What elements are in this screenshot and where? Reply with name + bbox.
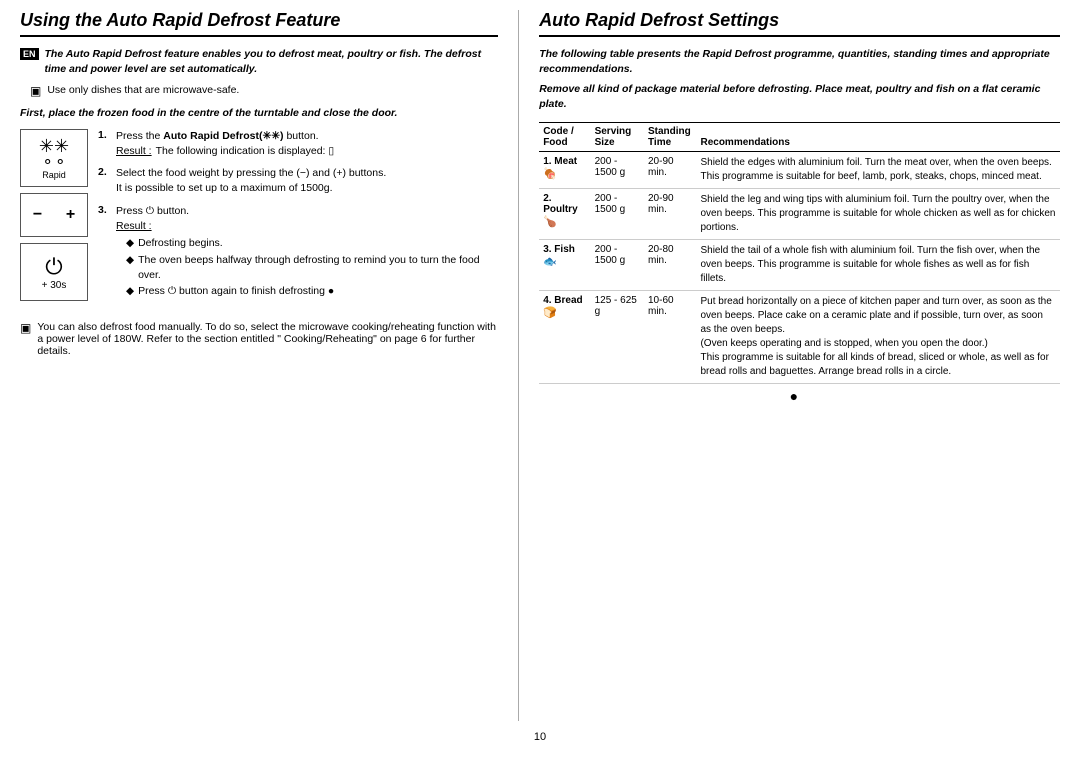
food-name-3: 4. Bread bbox=[543, 295, 582, 306]
food-icon-0: 🍖 bbox=[543, 168, 557, 180]
step-2-num: 2. bbox=[98, 166, 112, 195]
rec-cell-1: Shield the leg and wing tips with alumin… bbox=[696, 188, 1060, 239]
microwave-icon: ▣ bbox=[30, 84, 41, 98]
diamond-3: ◆ bbox=[126, 284, 134, 299]
food-cell-1: 2. Poultry 🍗 bbox=[539, 188, 590, 239]
result-label-1: Result : bbox=[116, 144, 152, 159]
food-name-0: 1. Meat bbox=[543, 156, 577, 167]
serving-cell-2: 200 - 1500 g bbox=[591, 239, 644, 290]
symbol-bold: (✳✳) bbox=[259, 130, 284, 142]
right-bullet: ● bbox=[790, 388, 798, 404]
diamond-1: ◆ bbox=[126, 236, 134, 251]
standing-cell-3: 10-60 min. bbox=[644, 290, 696, 383]
rapid-stars: ✳✳ bbox=[39, 137, 69, 155]
rec-cell-3: Put bread horizontally on a piece of kit… bbox=[696, 290, 1060, 383]
col-rec: Recommendations bbox=[696, 122, 1060, 151]
food-name-1: 2. Poultry bbox=[543, 193, 577, 215]
food-icon-2: 🐟 bbox=[543, 256, 557, 268]
rec-cell-0: Shield the edges with aluminium foil. Tu… bbox=[696, 151, 1060, 188]
right-section: Auto Rapid Defrost Settings The followin… bbox=[519, 10, 1060, 721]
bullet-text-2: The oven beeps halfway through defrostin… bbox=[138, 253, 498, 282]
plus-symbol: + bbox=[66, 206, 75, 224]
timer-panel: ⏻ + 30s bbox=[20, 243, 88, 301]
step-3-content: Press ⏻ button. Result : ◆ Defrosting be… bbox=[116, 204, 498, 301]
microwave-icon-2: ▣ bbox=[20, 321, 31, 357]
step-1-content: Press the Auto Rapid Defrost(✳✳) button.… bbox=[116, 129, 334, 158]
defrost-table: Code / Food Serving Size StandingTime Re… bbox=[539, 122, 1060, 384]
en-badge: EN bbox=[20, 48, 39, 60]
auto-rapid-defrost-bold: Auto Rapid Defrost bbox=[163, 130, 259, 142]
food-cell-0: 1. Meat 🍖 bbox=[539, 151, 590, 188]
bullet-1: ◆ Defrosting begins. bbox=[126, 236, 498, 251]
food-name-2: 3. Fish bbox=[543, 244, 575, 255]
rapid-circles: ⚬⚬ bbox=[41, 155, 66, 170]
standing-cell-2: 20-80 min. bbox=[644, 239, 696, 290]
result-label-3: Result : bbox=[116, 219, 152, 234]
food-icon-1: 🍗 bbox=[543, 216, 557, 228]
col-code: Code / Food bbox=[539, 122, 590, 151]
right-title: Auto Rapid Defrost Settings bbox=[539, 10, 1060, 37]
rapid-label: Rapid bbox=[42, 170, 66, 180]
step-2: 2. Select the food weight by pressing th… bbox=[98, 166, 498, 195]
step-1: 1. Press the Auto Rapid Defrost(✳✳) butt… bbox=[98, 129, 498, 158]
serving-cell-0: 200 - 1500 g bbox=[591, 151, 644, 188]
step-3: 3. Press ⏻ button. Result : ◆ Defrosting… bbox=[98, 204, 498, 301]
note-line-1: ▣ Use only dishes that are microwave-saf… bbox=[30, 84, 498, 98]
en-block: EN The Auto Rapid Defrost feature enable… bbox=[20, 47, 498, 76]
timer-label: + 30s bbox=[42, 280, 67, 291]
minus-symbol: − bbox=[33, 206, 42, 224]
standing-cell-1: 20-90 min. bbox=[644, 188, 696, 239]
serving-cell-1: 200 - 1500 g bbox=[591, 188, 644, 239]
bottom-note: ▣ You can also defrost food manually. To… bbox=[20, 321, 498, 357]
left-title: Using the Auto Rapid Defrost Feature bbox=[20, 10, 498, 37]
table-row: 3. Fish 🐟 200 - 1500 g 20-80 min. Shield… bbox=[539, 239, 1060, 290]
minus-plus-panel: − + bbox=[20, 193, 88, 237]
bottom-note-text: You can also defrost food manually. To d… bbox=[37, 321, 498, 357]
result-text-1: The following indication is displayed: ▯ bbox=[156, 144, 335, 159]
bullet-text-1: Defrosting begins. bbox=[138, 236, 223, 251]
food-cell-2: 3. Fish 🐟 bbox=[539, 239, 590, 290]
page-number: 10 bbox=[534, 731, 546, 743]
right-intro: The following table presents the Rapid D… bbox=[539, 47, 1060, 76]
table-row: 1. Meat 🍖 200 - 1500 g 20-90 min. Shield… bbox=[539, 151, 1060, 188]
rapid-panel: ✳✳ ⚬⚬ Rapid bbox=[20, 129, 88, 187]
table-row: 2. Poultry 🍗 200 - 1500 g 20-90 min. Shi… bbox=[539, 188, 1060, 239]
table-header-row: Code / Food Serving Size StandingTime Re… bbox=[539, 122, 1060, 151]
step-1-result: Result : The following indication is dis… bbox=[116, 144, 334, 159]
food-cell-3: 4. Bread 🍞 bbox=[539, 290, 590, 383]
step-3-result: Result : bbox=[116, 219, 498, 234]
col-serving: Serving Size bbox=[591, 122, 644, 151]
serving-cell-3: 125 - 625 g bbox=[591, 290, 644, 383]
step-3-num: 3. bbox=[98, 204, 112, 301]
en-text: The Auto Rapid Defrost feature enables y… bbox=[45, 47, 499, 76]
bullet-3: ◆ Press ⏻ button again to finish defrost… bbox=[126, 284, 498, 299]
rec-cell-2: Shield the tail of a whole fish with alu… bbox=[696, 239, 1060, 290]
step-2-content: Select the food weight by pressing the (… bbox=[116, 166, 386, 195]
instruction-area: ✳✳ ⚬⚬ Rapid − + ⏻ + 30s bbox=[20, 129, 498, 309]
panels: ✳✳ ⚬⚬ Rapid − + ⏻ + 30s bbox=[20, 129, 88, 309]
bullet-list: ◆ Defrosting begins. ◆ The oven beeps ha… bbox=[126, 236, 498, 299]
page: Using the Auto Rapid Defrost Feature EN … bbox=[0, 0, 1080, 763]
page-footer: 10 bbox=[20, 731, 1060, 743]
note-text-1: Use only dishes that are microwave-safe. bbox=[47, 84, 239, 96]
food-icon-3: 🍞 bbox=[543, 307, 557, 319]
power-symbol: ⏻ bbox=[45, 254, 62, 280]
italic-intro: First, place the frozen food in the cent… bbox=[20, 106, 498, 121]
table-row: 4. Bread 🍞 125 - 625 g 10-60 min. Put br… bbox=[539, 290, 1060, 383]
col-standing: StandingTime bbox=[644, 122, 696, 151]
standing-cell-0: 20-90 min. bbox=[644, 151, 696, 188]
right-note: Remove all kind of package material befo… bbox=[539, 82, 1060, 111]
bullet-2: ◆ The oven beeps halfway through defrost… bbox=[126, 253, 498, 282]
step-1-num: 1. bbox=[98, 129, 112, 158]
left-section: Using the Auto Rapid Defrost Feature EN … bbox=[20, 10, 519, 721]
diamond-2: ◆ bbox=[126, 253, 134, 282]
steps-area: 1. Press the Auto Rapid Defrost(✳✳) butt… bbox=[98, 129, 498, 309]
bullet-text-3: Press ⏻ button again to finish defrostin… bbox=[138, 284, 334, 299]
